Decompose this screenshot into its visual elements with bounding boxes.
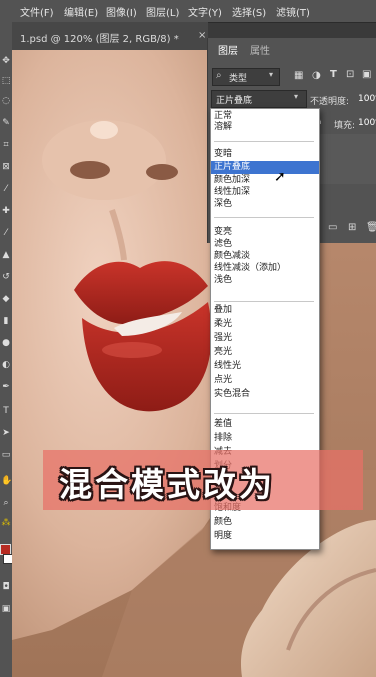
blend-option-dissolve[interactable]: 溶解 (214, 122, 232, 133)
blend-option-color[interactable]: 颜色 (214, 517, 232, 528)
layer-filter-label: 类型 (229, 74, 248, 84)
menu-image[interactable]: 图像(I) (106, 4, 137, 19)
chevron-down-icon: ▾ (294, 92, 299, 101)
quick-mask-icon[interactable]: ◘ (1, 582, 11, 592)
blend-option-hard-mix[interactable]: 实色混合 (214, 389, 250, 400)
clone-stamp-icon[interactable]: ▲ (1, 250, 11, 260)
eraser-tool-icon[interactable]: ◆ (1, 294, 11, 304)
screen-mode-icon[interactable]: ▣ (1, 604, 11, 614)
fill-label: 填充: (334, 121, 356, 131)
blend-option-overlay[interactable]: 叠加 (214, 305, 232, 316)
menu-divider (214, 301, 314, 302)
blend-option-difference[interactable]: 差值 (214, 419, 232, 430)
blend-option-multiply[interactable]: 正片叠底 (214, 162, 250, 173)
layer-filter-select[interactable]: ⌕ 类型 ▾ (212, 68, 280, 86)
filter-shape-icon[interactable]: ⊡ (346, 69, 354, 80)
filter-type-icon[interactable]: T (330, 69, 337, 80)
menu-edit[interactable]: 编辑(E) (64, 4, 98, 19)
blend-option-linear-burn[interactable]: 线性加深 (214, 187, 250, 198)
pen-tool-icon[interactable]: ✒ (1, 382, 11, 392)
crop-tool-icon[interactable]: ⌗ (1, 140, 11, 150)
blend-option-color-dodge[interactable]: 颜色减淡 (214, 251, 250, 262)
type-tool-icon[interactable]: T (1, 406, 11, 416)
close-icon[interactable]: × (198, 30, 206, 41)
frame-tool-icon[interactable]: ⊠ (1, 162, 11, 172)
blend-mode-value: 正片叠底 (216, 96, 253, 106)
shape-tool-icon[interactable]: ▭ (1, 450, 11, 460)
menu-type[interactable]: 文字(Y) (188, 4, 222, 19)
fill-value[interactable]: 100% (358, 118, 376, 128)
new-group-icon[interactable]: ▭ (328, 222, 337, 233)
document-tab[interactable]: 1.psd @ 120% (图层 2, RGB/8) * × (12, 22, 208, 50)
menu-select[interactable]: 选择(S) (232, 4, 266, 19)
blend-option-linear-dodge[interactable]: 线性减淡（添加） (214, 263, 286, 274)
caption-text: 混合模式改为 (59, 465, 275, 504)
menu-file[interactable]: 文件(F) (20, 4, 54, 19)
blend-option-vivid-light[interactable]: 亮光 (214, 347, 232, 358)
healing-brush-icon[interactable]: ✚ (1, 206, 11, 216)
blur-tool-icon[interactable]: ● (1, 338, 11, 348)
tools-panel: ✥ ⬚ ◌ ✎ ⌗ ⊠ ⁄ ✚ ⁄ ▲ ↺ ◆ ▮ ● ◐ ✒ T ➤ ▭ ✋ … (0, 22, 13, 677)
blend-option-pin-light[interactable]: 点光 (214, 375, 232, 386)
filter-adjustment-icon[interactable]: ◑ (312, 70, 321, 81)
blend-option-darken[interactable]: 变暗 (214, 149, 232, 160)
blend-option-exclusion[interactable]: 排除 (214, 433, 232, 444)
brush-tool-icon[interactable]: ⁄ (1, 228, 11, 238)
edit-toolbar-icon[interactable]: ⁂ (1, 518, 11, 528)
document-tab-label: 1.psd @ 120% (图层 2, RGB/8) * (20, 34, 179, 45)
move-tool-icon[interactable]: ✥ (1, 56, 11, 66)
hand-tool-icon[interactable]: ✋ (1, 476, 12, 486)
blend-option-darker-color[interactable]: 深色 (214, 199, 232, 210)
blend-option-normal[interactable]: 正常 (214, 111, 232, 122)
blend-option-linear-light[interactable]: 线性光 (214, 361, 241, 372)
menu-filter[interactable]: 滤镜(T) (276, 4, 310, 19)
delete-layer-icon[interactable]: 🗑︎ (366, 222, 376, 233)
blend-option-screen[interactable]: 滤色 (214, 239, 232, 250)
new-layer-icon[interactable]: ⊞ (348, 222, 356, 233)
filter-pixel-icon[interactable]: ▦ (294, 70, 303, 81)
opacity-label: 不透明度: (310, 97, 350, 107)
tab-layers[interactable]: 图层 (218, 42, 238, 57)
blend-option-lighten[interactable]: 变亮 (214, 227, 232, 238)
menu-layer[interactable]: 图层(L) (146, 4, 179, 19)
chevron-down-icon: ▾ (269, 70, 274, 79)
zoom-tool-icon[interactable]: ⌕ (1, 498, 11, 508)
gradient-tool-icon[interactable]: ▮ (1, 316, 11, 326)
layer-row-selected[interactable] (319, 134, 376, 184)
opacity-value[interactable]: 100% (358, 94, 376, 104)
menu-divider (214, 141, 314, 142)
filter-smart-icon[interactable]: ▣ (362, 69, 371, 80)
menu-divider (214, 217, 314, 218)
menu-divider (214, 413, 314, 414)
blend-option-luminosity[interactable]: 明度 (214, 531, 232, 542)
blend-option-color-burn[interactable]: 颜色加深 (214, 175, 250, 186)
quick-select-tool-icon[interactable]: ✎ (1, 118, 11, 128)
tab-properties[interactable]: 属性 (250, 42, 270, 57)
menu-bar: 文件(F) 编辑(E) 图像(I) 图层(L) 文字(Y) 选择(S) 滤镜(T… (0, 0, 376, 23)
caption-banner: 混合模式改为 (43, 450, 363, 510)
path-select-icon[interactable]: ➤ (1, 428, 11, 438)
dodge-tool-icon[interactable]: ◐ (1, 360, 11, 370)
lasso-tool-icon[interactable]: ◌ (1, 96, 11, 106)
blend-option-lighter-color[interactable]: 浅色 (214, 275, 232, 286)
marquee-tool-icon[interactable]: ⬚ (1, 76, 11, 86)
blend-option-hard-light[interactable]: 强光 (214, 333, 232, 344)
blend-mode-select[interactable]: 正片叠底 ▾ (211, 90, 307, 108)
cursor-arrow-icon: ➚ (274, 169, 286, 185)
eyedropper-tool-icon[interactable]: ⁄ (1, 184, 11, 194)
blend-option-soft-light[interactable]: 柔光 (214, 319, 232, 330)
search-icon: ⌕ (216, 70, 222, 81)
history-brush-icon[interactable]: ↺ (1, 272, 11, 282)
